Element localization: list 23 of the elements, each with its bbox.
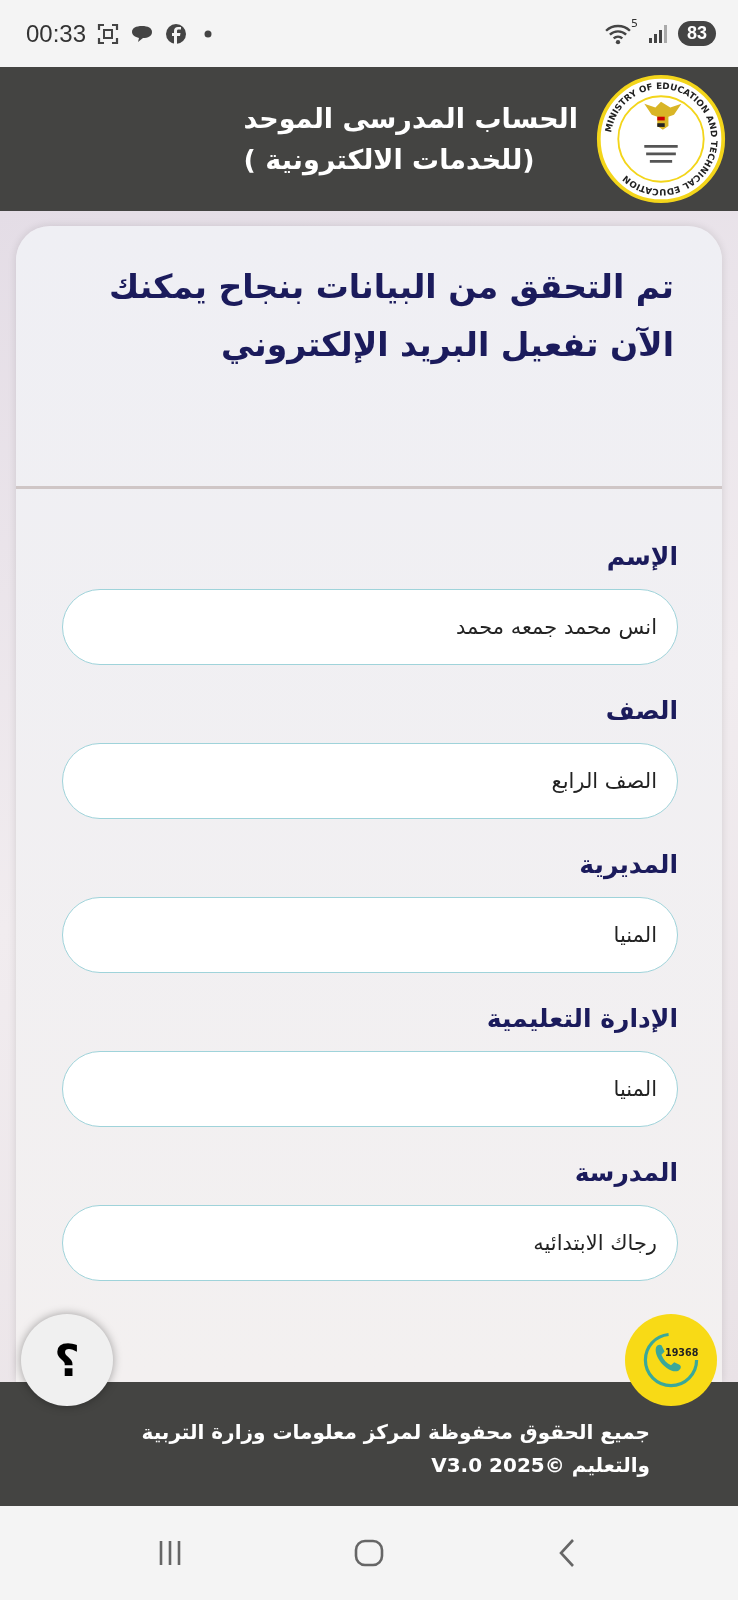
field-label: الصف xyxy=(605,695,678,727)
field-label: المدرسة xyxy=(574,1157,678,1189)
battery-indicator: 83 xyxy=(677,21,716,46)
input-field[interactable]: الصف الرابع xyxy=(62,743,678,819)
field-label: الإدارة التعليمية xyxy=(486,1003,678,1035)
app-subtitle: (للخدمات الالكترونية ) xyxy=(243,144,535,175)
input-field[interactable]: المنيا xyxy=(62,1051,678,1127)
home-icon[interactable] xyxy=(354,1538,384,1568)
facebook-icon xyxy=(164,21,189,46)
input-field[interactable]: رجاك الابتدائيه xyxy=(62,1205,678,1281)
app-title: الحساب المدرسى الموحد xyxy=(243,103,578,134)
notification-dot xyxy=(204,29,213,38)
screenshot-icon xyxy=(96,21,121,46)
clock: 00:33 xyxy=(26,19,87,48)
wifi-standard-label: 5 xyxy=(630,17,638,30)
input-field[interactable]: انس محمد جمعه محمد xyxy=(62,589,678,665)
field-label: الإسم xyxy=(606,541,678,573)
input-field[interactable]: المنيا xyxy=(62,897,678,973)
field-label: المديرية xyxy=(579,849,678,882)
signal-icon xyxy=(647,23,668,44)
success-heading: تم التحقق من البيانات بنجاح يمكنك الآن تفعيل البريد الإلكتروني xyxy=(108,266,675,367)
copyright-text: جميع الحقوق محفوظة لمركز معلومات وزارة التربية والتعليم ©2025 V3.0 xyxy=(140,1419,650,1479)
wifi-icon xyxy=(604,22,631,45)
